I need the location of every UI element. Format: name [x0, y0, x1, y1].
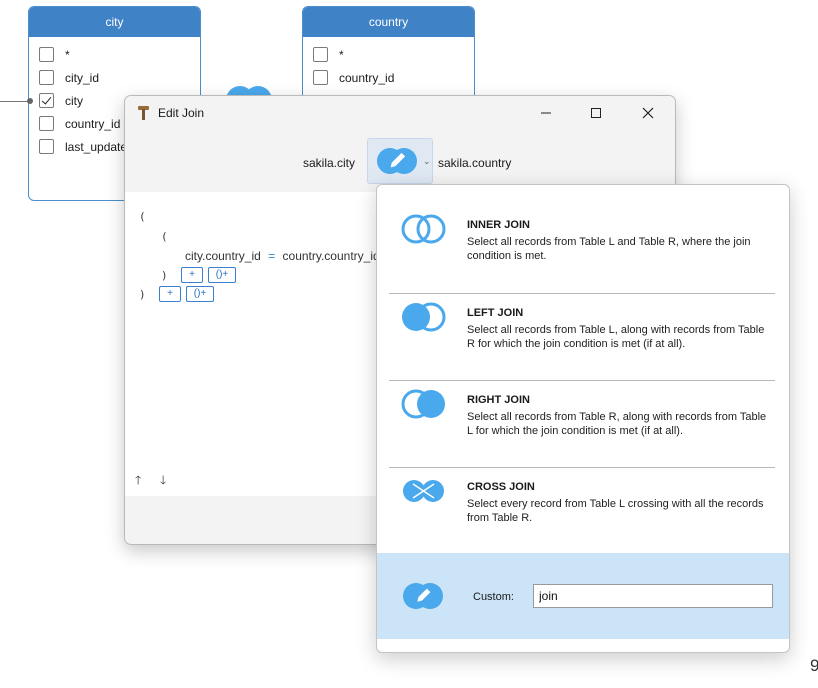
- checkbox-checked[interactable]: [39, 93, 54, 108]
- custom-join-option[interactable]: Custom:: [377, 553, 789, 639]
- inner-join-icon: [401, 214, 446, 244]
- custom-join-edit-icon: [403, 583, 443, 609]
- city-field-all[interactable]: *: [29, 43, 200, 66]
- open-paren: (: [161, 230, 168, 243]
- close-paren: ): [139, 288, 146, 301]
- add-condition-button[interactable]: +: [159, 286, 181, 302]
- cross-join-option[interactable]: CROSS JOIN Select every record from Tabl…: [377, 447, 789, 537]
- country-field-country-id[interactable]: country_id: [303, 66, 474, 89]
- add-group-button[interactable]: ()+: [208, 267, 236, 283]
- checkbox[interactable]: [39, 139, 54, 154]
- custom-label: Custom:: [473, 591, 514, 603]
- country-table-title[interactable]: country: [303, 7, 474, 37]
- country-field-all[interactable]: *: [303, 43, 474, 66]
- close-icon: [642, 107, 654, 119]
- open-paren: (: [139, 210, 146, 223]
- checkbox[interactable]: [39, 116, 54, 131]
- dialog-title: Edit Join: [158, 106, 205, 120]
- close-paren: ): [161, 269, 168, 282]
- move-up-arrow-icon[interactable]: 🡑: [135, 471, 141, 492]
- city-table-title[interactable]: city: [29, 7, 200, 37]
- inner-join-option[interactable]: INNER JOIN Select all records from Table…: [377, 185, 789, 275]
- add-group-button[interactable]: ()+: [186, 286, 214, 302]
- cross-join-icon: [403, 480, 444, 502]
- minimize-icon: [541, 112, 551, 114]
- partial-digit: 9: [810, 656, 818, 675]
- right-join-icon: [401, 389, 445, 419]
- custom-join-input[interactable]: [533, 584, 773, 608]
- join-type-menu: INNER JOIN Select all records from Table…: [376, 184, 790, 653]
- maximize-button[interactable]: [573, 96, 619, 130]
- checkbox[interactable]: [39, 47, 54, 62]
- city-field-city-id[interactable]: city_id: [29, 66, 200, 89]
- add-condition-button[interactable]: +: [181, 267, 203, 283]
- checkbox[interactable]: [313, 47, 328, 62]
- right-table-name: sakila.country: [438, 156, 512, 170]
- checkbox[interactable]: [313, 70, 328, 85]
- hammer-icon: [138, 106, 149, 120]
- title-bar[interactable]: Edit Join: [125, 96, 675, 130]
- close-button[interactable]: [625, 96, 671, 130]
- left-join-icon: [402, 302, 446, 332]
- checkbox[interactable]: [39, 70, 54, 85]
- minimize-button[interactable]: [523, 96, 569, 130]
- relation-dot-icon: [27, 98, 33, 104]
- left-join-option[interactable]: LEFT JOIN Select all records from Table …: [377, 273, 789, 363]
- chevron-down-icon[interactable]: ⌄: [423, 156, 431, 167]
- maximize-icon: [591, 108, 601, 118]
- right-join-option[interactable]: RIGHT JOIN Select all records from Table…: [377, 360, 789, 450]
- move-down-arrow-icon[interactable]: 🡓: [160, 471, 166, 492]
- join-header: sakila.city ⌄ sakila.country: [125, 132, 675, 188]
- left-table-name: sakila.city: [303, 156, 356, 170]
- join-condition[interactable]: city.country_id = country.country_id: [185, 249, 380, 263]
